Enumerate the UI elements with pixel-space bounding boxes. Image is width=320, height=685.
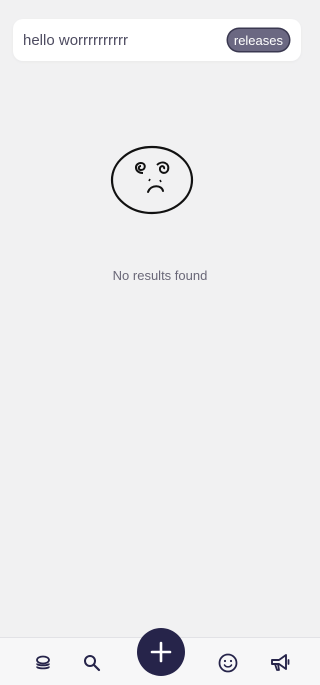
search-icon xyxy=(84,655,101,672)
confused-face-icon xyxy=(110,145,194,215)
empty-state-message: No results found xyxy=(112,268,208,283)
smiley-icon xyxy=(218,653,238,673)
tab-feed[interactable] xyxy=(31,651,55,675)
search-bar[interactable]: hello worrrrrrrrrr releases xyxy=(13,19,301,61)
tab-reactions[interactable] xyxy=(216,651,240,675)
tab-search[interactable] xyxy=(80,651,104,675)
tab-announcements[interactable] xyxy=(268,651,292,675)
megaphone-icon xyxy=(271,654,290,671)
create-button[interactable] xyxy=(137,628,185,676)
stack-icon xyxy=(36,655,50,670)
plus-icon xyxy=(150,641,172,663)
filter-chip-releases[interactable]: releases xyxy=(227,29,289,51)
app-screen: hello worrrrrrrrrr releases No results f… xyxy=(0,0,320,685)
search-input[interactable]: hello worrrrrrrrrr xyxy=(23,32,228,49)
